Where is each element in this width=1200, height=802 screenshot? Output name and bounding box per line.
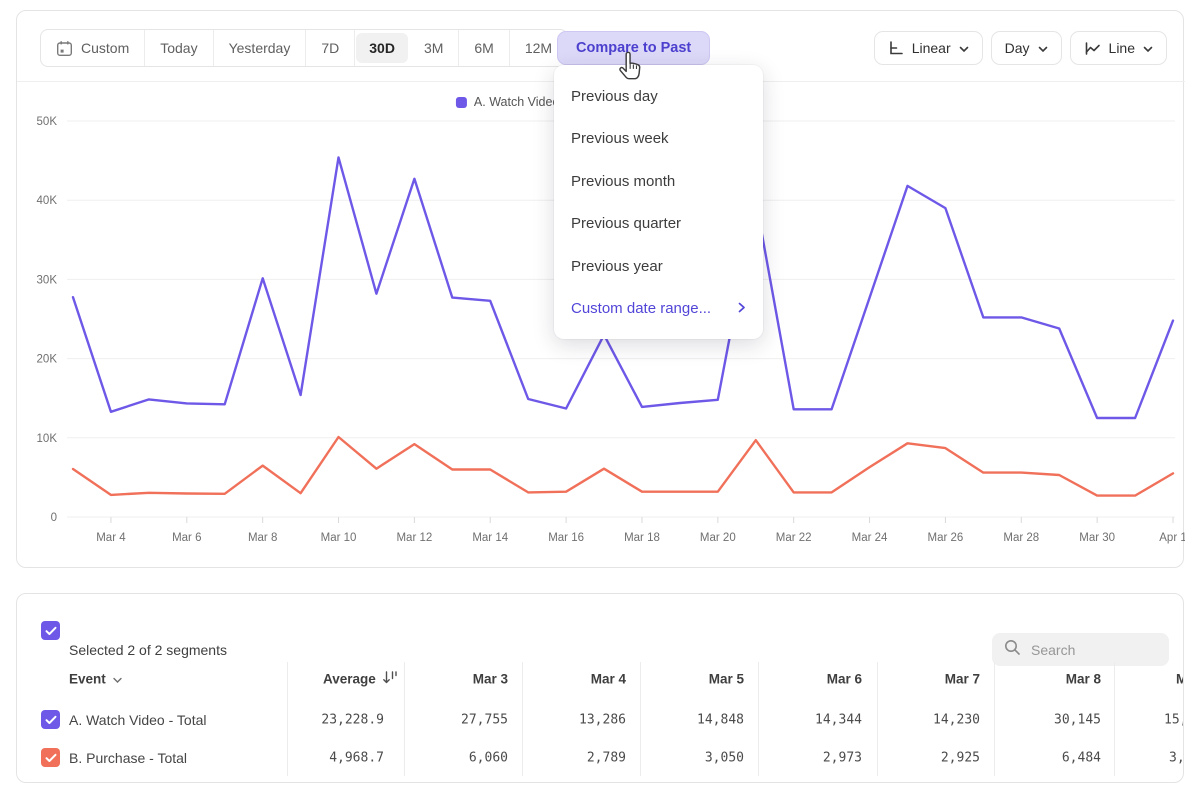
table-cell: 27,755 (461, 713, 508, 728)
column-separator (522, 662, 523, 776)
day-column-header[interactable]: Mar 5 (709, 672, 744, 687)
x-axis-label: Mar 4 (96, 532, 126, 544)
column-separator (287, 662, 288, 776)
menu-item-previous-week[interactable]: Previous week (554, 118, 763, 161)
menu-item-previous-quarter[interactable]: Previous quarter (554, 203, 763, 246)
chart-type-select[interactable]: Line (1070, 31, 1167, 65)
day-column-header[interactable]: Mar 8 (1066, 672, 1101, 687)
column-separator (877, 662, 878, 776)
x-axis-label: Mar 18 (624, 532, 660, 544)
x-axis-label: Mar 30 (1079, 532, 1115, 544)
select-all-checkbox[interactable] (41, 621, 60, 640)
chart-card: Custom Today Yesterday 7D 30D 3M 6M 12M … (16, 10, 1184, 568)
day-column-header[interactable]: Mar 7 (945, 672, 980, 687)
table-cell: 2,925 (941, 751, 980, 766)
chevron-down-icon (1038, 40, 1048, 56)
date-range-label: Custom (81, 40, 129, 56)
x-axis-label: Apr 1 (1159, 532, 1185, 544)
day-column-header[interactable]: Mar 4 (591, 672, 626, 687)
column-separator (404, 662, 405, 776)
selected-summary: Selected 2 of 2 segments (69, 642, 227, 658)
column-separator (994, 662, 995, 776)
x-axis-label: Mar 20 (700, 532, 736, 544)
table-cell: 14,344 (815, 713, 862, 728)
scale-select[interactable]: Linear (874, 31, 983, 65)
menu-item-previous-month[interactable]: Previous month (554, 160, 763, 203)
date-range-custom[interactable]: Custom (41, 30, 145, 66)
table-cell: 13,286 (579, 713, 626, 728)
row-a-average: 23,228.9 (321, 713, 384, 728)
segments-table-card: Selected 2 of 2 segments Search Event Av… (16, 593, 1184, 783)
y-axis-label: 50K (37, 116, 58, 128)
x-axis-label: Mar 10 (321, 532, 357, 544)
table-cell: 3,050 (705, 751, 744, 766)
compare-to-past-button[interactable]: Compare to Past (557, 31, 710, 65)
menu-item-custom-date-range[interactable]: Custom date range... (554, 288, 763, 331)
interval-select[interactable]: Day (991, 31, 1062, 65)
x-axis-label: Mar 14 (472, 532, 508, 544)
search-icon (1004, 639, 1021, 661)
line-chart-icon (1084, 41, 1101, 56)
date-range-3m[interactable]: 3M (409, 30, 459, 66)
row-b-average: 4,968.7 (329, 751, 384, 766)
compare-menu: Previous day Previous week Previous mont… (554, 65, 763, 339)
date-range-7d[interactable]: 7D (306, 30, 355, 66)
x-axis-label: Mar 8 (248, 532, 277, 544)
row-b-label: B. Purchase - Total (69, 750, 187, 766)
event-column-header[interactable]: Event (69, 672, 122, 687)
table-cell-cut: 15, (1164, 713, 1184, 728)
chevron-right-icon (738, 300, 746, 317)
calendar-icon (56, 40, 73, 57)
date-range-yesterday[interactable]: Yesterday (214, 30, 307, 66)
day-column-header[interactable]: Mar 6 (827, 672, 862, 687)
x-axis-label: Mar 26 (928, 532, 964, 544)
x-axis-label: Mar 28 (1003, 532, 1039, 544)
table-cell: 6,060 (469, 751, 508, 766)
column-separator (640, 662, 641, 776)
chevron-down-icon (113, 672, 122, 687)
table-cell: 6,484 (1062, 751, 1101, 766)
y-axis-label: 40K (37, 195, 58, 207)
x-axis-label: Mar 12 (396, 532, 432, 544)
analytics-page: Custom Today Yesterday 7D 30D 3M 6M 12M … (0, 0, 1200, 802)
table-cell: 2,789 (587, 751, 626, 766)
x-axis-label: Mar 24 (852, 532, 888, 544)
column-separator (758, 662, 759, 776)
date-range-30d[interactable]: 30D (356, 33, 408, 63)
chevron-down-icon (1143, 40, 1153, 56)
column-separator (1114, 662, 1115, 776)
row-b-checkbox[interactable] (41, 748, 60, 767)
day-column-header-cut: M (1176, 672, 1184, 687)
series-line (73, 437, 1173, 496)
date-range-control: Custom Today Yesterday 7D 30D 3M 6M 12M (40, 29, 568, 67)
series-a-swatch (456, 97, 467, 108)
x-axis-label: Mar 22 (776, 532, 812, 544)
sort-descending-icon[interactable] (382, 671, 399, 688)
average-column-header[interactable]: Average (323, 671, 399, 688)
chevron-down-icon (959, 40, 969, 56)
menu-item-previous-year[interactable]: Previous year (554, 245, 763, 288)
row-a-checkbox[interactable] (41, 710, 60, 729)
row-a-label: A. Watch Video - Total (69, 712, 206, 728)
table-cell: 30,145 (1054, 713, 1101, 728)
y-axis-label: 0 (51, 512, 57, 524)
table-cell: 2,973 (823, 751, 862, 766)
linear-axis-icon (888, 40, 904, 56)
date-range-today[interactable]: Today (145, 30, 213, 66)
y-axis-label: 20K (37, 354, 58, 366)
x-axis-label: Mar 6 (172, 532, 201, 544)
x-axis-label: Mar 16 (548, 532, 584, 544)
table-cell: 14,848 (697, 713, 744, 728)
search-input[interactable]: Search (992, 633, 1169, 666)
search-placeholder: Search (1031, 642, 1075, 658)
table-cell-cut: 3, (1169, 751, 1184, 766)
table-cell: 14,230 (933, 713, 980, 728)
day-column-header[interactable]: Mar 3 (473, 672, 508, 687)
y-axis-label: 30K (37, 274, 58, 286)
chart-toolbar: Custom Today Yesterday 7D 30D 3M 6M 12M … (17, 29, 1183, 67)
date-range-6m[interactable]: 6M (459, 30, 509, 66)
y-axis-label: 10K (37, 433, 58, 445)
menu-item-previous-day[interactable]: Previous day (554, 75, 763, 118)
